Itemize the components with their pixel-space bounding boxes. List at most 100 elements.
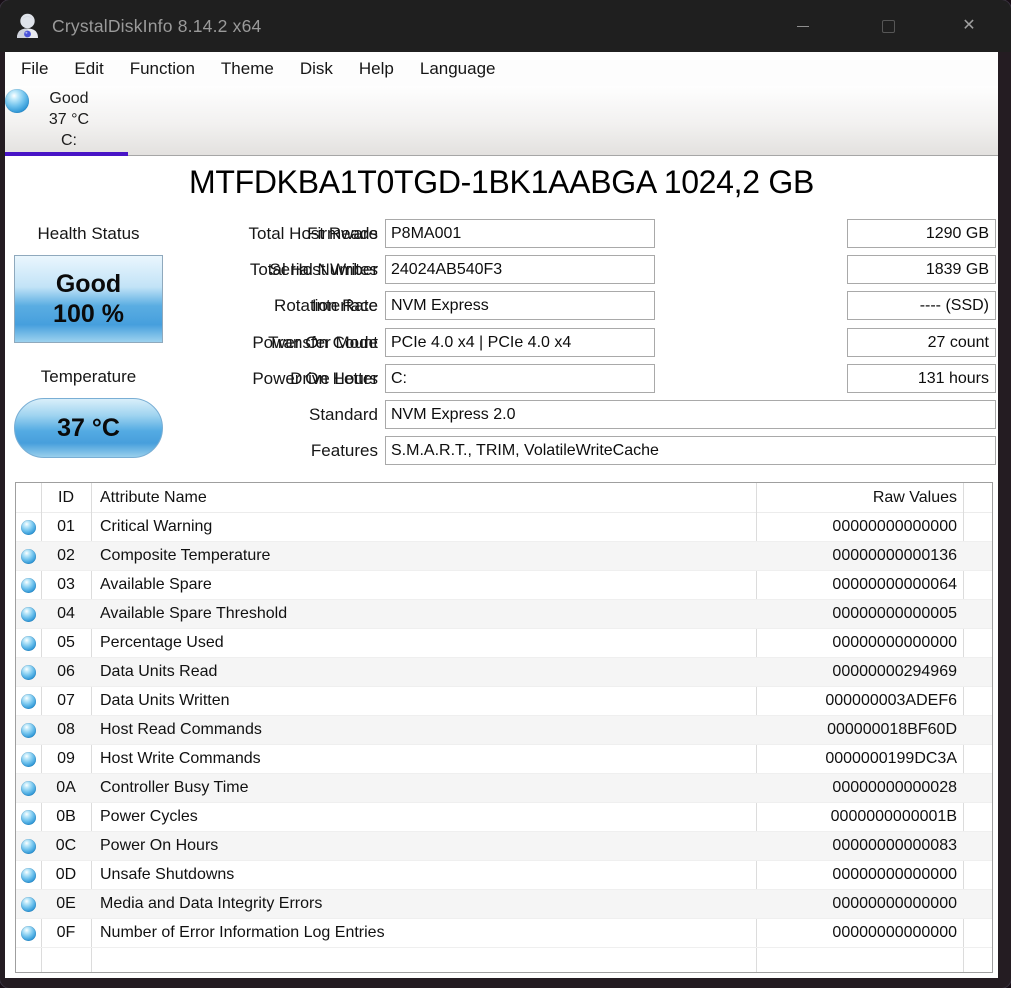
drive-model-title: MTFDKBA1T0TGD-1BK1AABGA 1024,2 GB xyxy=(188,164,814,200)
table-row[interactable]: 03 Available Spare 00000000000064 xyxy=(16,571,992,600)
minimize-icon xyxy=(797,25,809,27)
table-row[interactable]: 09 Host Write Commands 0000000199DC3A xyxy=(16,745,992,774)
attribute-name: Power On Hours xyxy=(100,837,219,854)
menu-edit[interactable]: Edit xyxy=(74,59,103,79)
table-row[interactable]: 01 Critical Warning 00000000000000 xyxy=(16,513,992,542)
attribute-status-orb-icon xyxy=(21,693,36,709)
total-host-reads-label: Total Host Reads xyxy=(248,224,378,243)
attribute-raw-value: 0000000000001B xyxy=(830,808,957,825)
attribute-id: 0C xyxy=(55,837,77,854)
attribute-status-orb-icon xyxy=(21,606,36,622)
standard-field[interactable]: NVM Express 2.0 xyxy=(385,400,996,429)
attribute-raw-value: 000000018BF60D xyxy=(827,721,957,738)
attribute-name: Controller Busy Time xyxy=(100,779,249,796)
attribute-name: Host Read Commands xyxy=(100,721,262,738)
attribute-raw-value: 00000000294969 xyxy=(832,663,957,680)
table-row[interactable]: 08 Host Read Commands 000000018BF60D xyxy=(16,716,992,745)
minimize-button[interactable] xyxy=(780,0,826,52)
table-row[interactable]: 0C Power On Hours 00000000000083 xyxy=(16,832,992,861)
client-area: File Edit Function Theme Disk Help Langu… xyxy=(5,52,998,978)
attribute-id: 05 xyxy=(57,634,75,651)
attribute-status-orb-icon xyxy=(21,751,36,767)
app-icon xyxy=(17,13,38,38)
attribute-name: Media and Data Integrity Errors xyxy=(100,895,323,912)
attribute-id: 01 xyxy=(57,518,75,535)
col-header-id[interactable]: ID xyxy=(41,489,91,507)
table-row[interactable]: 0B Power Cycles 0000000000001B xyxy=(16,803,992,832)
attribute-id: 03 xyxy=(57,576,75,593)
drive-detail-panel: MTFDKBA1T0TGD-1BK1AABGA 1024,2 GB Health… xyxy=(5,156,998,978)
attribute-name: Unsafe Shutdowns xyxy=(100,866,235,883)
attribute-name: Data Units Written xyxy=(100,692,230,709)
attribute-raw-value: 00000000000005 xyxy=(832,605,957,622)
attribute-name: Data Units Read xyxy=(100,663,218,680)
menu-language[interactable]: Language xyxy=(420,59,496,79)
attribute-status-orb-icon xyxy=(21,867,36,883)
table-row[interactable]: 0A Controller Busy Time 00000000000028 xyxy=(16,774,992,803)
table-row[interactable]: 0F Number of Error Information Log Entri… xyxy=(16,919,992,948)
attribute-id: 0A xyxy=(56,779,76,796)
window-title: CrystalDiskInfo 8.14.2 x64 xyxy=(52,16,262,36)
attribute-raw-value: 00000000000136 xyxy=(832,547,957,564)
power-on-count-label: Power On Count xyxy=(252,333,378,352)
attribute-id: 04 xyxy=(57,605,75,622)
attribute-raw-value: 00000000000000 xyxy=(832,924,957,941)
smart-attribute-table: ID Attribute Name Raw Values 01 Critical… xyxy=(15,482,993,973)
table-row[interactable]: 0D Unsafe Shutdowns 00000000000000 xyxy=(16,861,992,890)
attribute-status-orb-icon xyxy=(21,925,36,941)
attribute-name: Number of Error Information Log Entries xyxy=(100,924,385,941)
attribute-id: 06 xyxy=(57,663,75,680)
table-row[interactable]: 04 Available Spare Threshold 00000000000… xyxy=(16,600,992,629)
table-row[interactable]: 05 Percentage Used 00000000000000 xyxy=(16,629,992,658)
attribute-name: Power Cycles xyxy=(100,808,198,825)
titlebar: CrystalDiskInfo 8.14.2 x64 ✕ xyxy=(0,0,1011,52)
col-header-raw-values[interactable]: Raw Values xyxy=(755,489,962,507)
attribute-raw-value: 0000000199DC3A xyxy=(825,750,957,767)
maximize-button[interactable] xyxy=(865,0,911,52)
table-row[interactable]: 06 Data Units Read 00000000294969 xyxy=(16,658,992,687)
table-row[interactable]: 02 Composite Temperature 00000000000136 xyxy=(16,542,992,571)
drive-tab-temperature: 37 °C xyxy=(48,111,90,128)
menu-disk[interactable]: Disk xyxy=(300,59,333,79)
attribute-id: 08 xyxy=(57,721,75,738)
total-host-writes-field[interactable]: 1839 GB xyxy=(847,255,996,284)
total-host-reads-field[interactable]: 1290 GB xyxy=(847,219,996,248)
attribute-status-orb-icon xyxy=(21,722,36,738)
menu-file[interactable]: File xyxy=(21,59,48,79)
drive-tab-strip: Good 37 °C C: xyxy=(5,86,998,156)
attribute-status-orb-icon xyxy=(21,838,36,854)
attribute-status-orb-icon xyxy=(21,548,36,564)
attribute-name: Composite Temperature xyxy=(100,547,271,564)
menu-bar: File Edit Function Theme Disk Help Langu… xyxy=(5,52,998,86)
app-window: CrystalDiskInfo 8.14.2 x64 ✕ File Edit F… xyxy=(0,0,1011,988)
attribute-raw-value: 00000000000028 xyxy=(832,779,957,796)
power-on-count-field[interactable]: 27 count xyxy=(847,328,996,357)
attribute-id: 07 xyxy=(57,692,75,709)
features-field[interactable]: S.M.A.R.T., TRIM, VolatileWriteCache xyxy=(385,436,996,465)
drive-tab-status: Good xyxy=(49,90,89,107)
menu-help[interactable]: Help xyxy=(359,59,394,79)
attribute-raw-value: 00000000000000 xyxy=(832,866,957,883)
attribute-id: 0E xyxy=(56,895,76,912)
attribute-name: Percentage Used xyxy=(100,634,224,651)
attribute-status-orb-icon xyxy=(21,809,36,825)
attribute-raw-value: 00000000000083 xyxy=(832,837,957,854)
power-on-hours-field[interactable]: 131 hours xyxy=(847,364,996,393)
attribute-name: Critical Warning xyxy=(100,518,213,535)
attribute-name: Available Spare Threshold xyxy=(100,605,288,622)
menu-function[interactable]: Function xyxy=(130,59,195,79)
attribute-name: Available Spare xyxy=(100,576,212,593)
close-button[interactable]: ✕ xyxy=(946,0,992,52)
col-header-attribute-name[interactable]: Attribute Name xyxy=(91,489,755,507)
attribute-raw-value: 000000003ADEF6 xyxy=(825,692,957,709)
attribute-id: 0F xyxy=(56,924,76,941)
attribute-status-orb-icon xyxy=(21,635,36,651)
attribute-id: 02 xyxy=(57,547,75,564)
rotation-rate-field[interactable]: ---- (SSD) xyxy=(847,291,996,320)
menu-theme[interactable]: Theme xyxy=(221,59,274,79)
drive-tab-c[interactable]: Good 37 °C C: xyxy=(5,86,133,156)
attribute-id: 09 xyxy=(57,750,75,767)
attribute-raw-value: 00000000000000 xyxy=(832,895,957,912)
table-row[interactable]: 0E Media and Data Integrity Errors 00000… xyxy=(16,890,992,919)
table-row[interactable]: 07 Data Units Written 000000003ADEF6 xyxy=(16,687,992,716)
